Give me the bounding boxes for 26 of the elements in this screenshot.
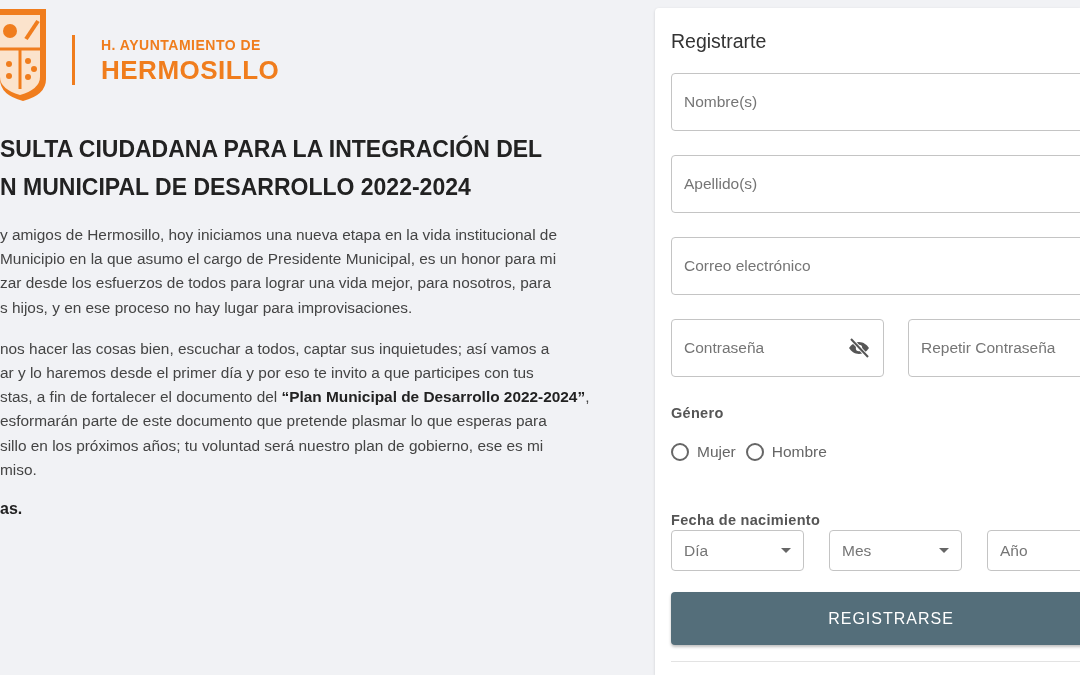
text-field[interactable]: Nombre(s) xyxy=(672,74,1080,130)
password-input[interactable]: Contraseña xyxy=(672,320,847,376)
input-field[interactable]: Año xyxy=(987,530,1080,571)
caret-icon xyxy=(781,548,791,553)
birthdate-label: Fecha de nacimiento xyxy=(671,512,822,528)
eye-slash-icon[interactable] xyxy=(847,336,871,360)
password-field[interactable]: Repetir Contraseña xyxy=(909,320,1080,376)
radio-icon[interactable] xyxy=(671,443,689,461)
register-button[interactable]: REGISTRARSE xyxy=(671,592,1080,645)
radio-icon[interactable] xyxy=(745,443,764,461)
password-field[interactable]: Contraseña xyxy=(671,319,884,377)
text-field[interactable]: Apellido(s) xyxy=(672,156,1080,212)
dropdown[interactable]: Mes xyxy=(829,530,962,571)
caret-icon xyxy=(939,548,949,553)
radio-option[interactable]: Hombre xyxy=(745,443,827,461)
brand-title: HERMOSILLO xyxy=(101,55,280,84)
dropdown[interactable]: Día xyxy=(671,530,804,571)
brand-subtitle: H. AYUNTAMIENTO DE xyxy=(101,36,262,53)
radio-option[interactable]: Mujer xyxy=(671,443,736,461)
closing-text: as. xyxy=(0,500,24,519)
gender-label: Género xyxy=(671,405,725,421)
form-title: Registrarte xyxy=(671,30,768,53)
text-field[interactable]: Correo electrónico xyxy=(672,238,1080,294)
page-heading: SULTA CIUDADANA PARA LA INTEGRACIÓN DEL N MUNICIPAL DE DESARROLLO 2022-2024 xyxy=(0,134,544,202)
paragraph: y amigos de Hermosillo, hoy iniciamos una nueva etapa en la vida institucional de Municipio en la que asumo el cargo de Presidente Municipal, es un honor para mi zar desde los esfuerzos de todos para lograr una vida mejor, para nosotros, para s hijos, y en ese proceso no hay lugar para improvisaciones. xyxy=(0,225,558,318)
paragraph: nos hacer las cosas bien, escuchar a todos, captar sus inquietudes; así vamos a ar y lo haremos desde el primer día y por eso te invito a que participes con tus stas, a fin de fortalecer el documento del “Plan Municipal de Desarrollo 2022-2024”, esformarán parte de este documento que pretende plasmar lo que esperas para sillo en los próximos años; tu voluntad será nuestro plan de gobierno, ese es mi miso. xyxy=(0,338,591,480)
